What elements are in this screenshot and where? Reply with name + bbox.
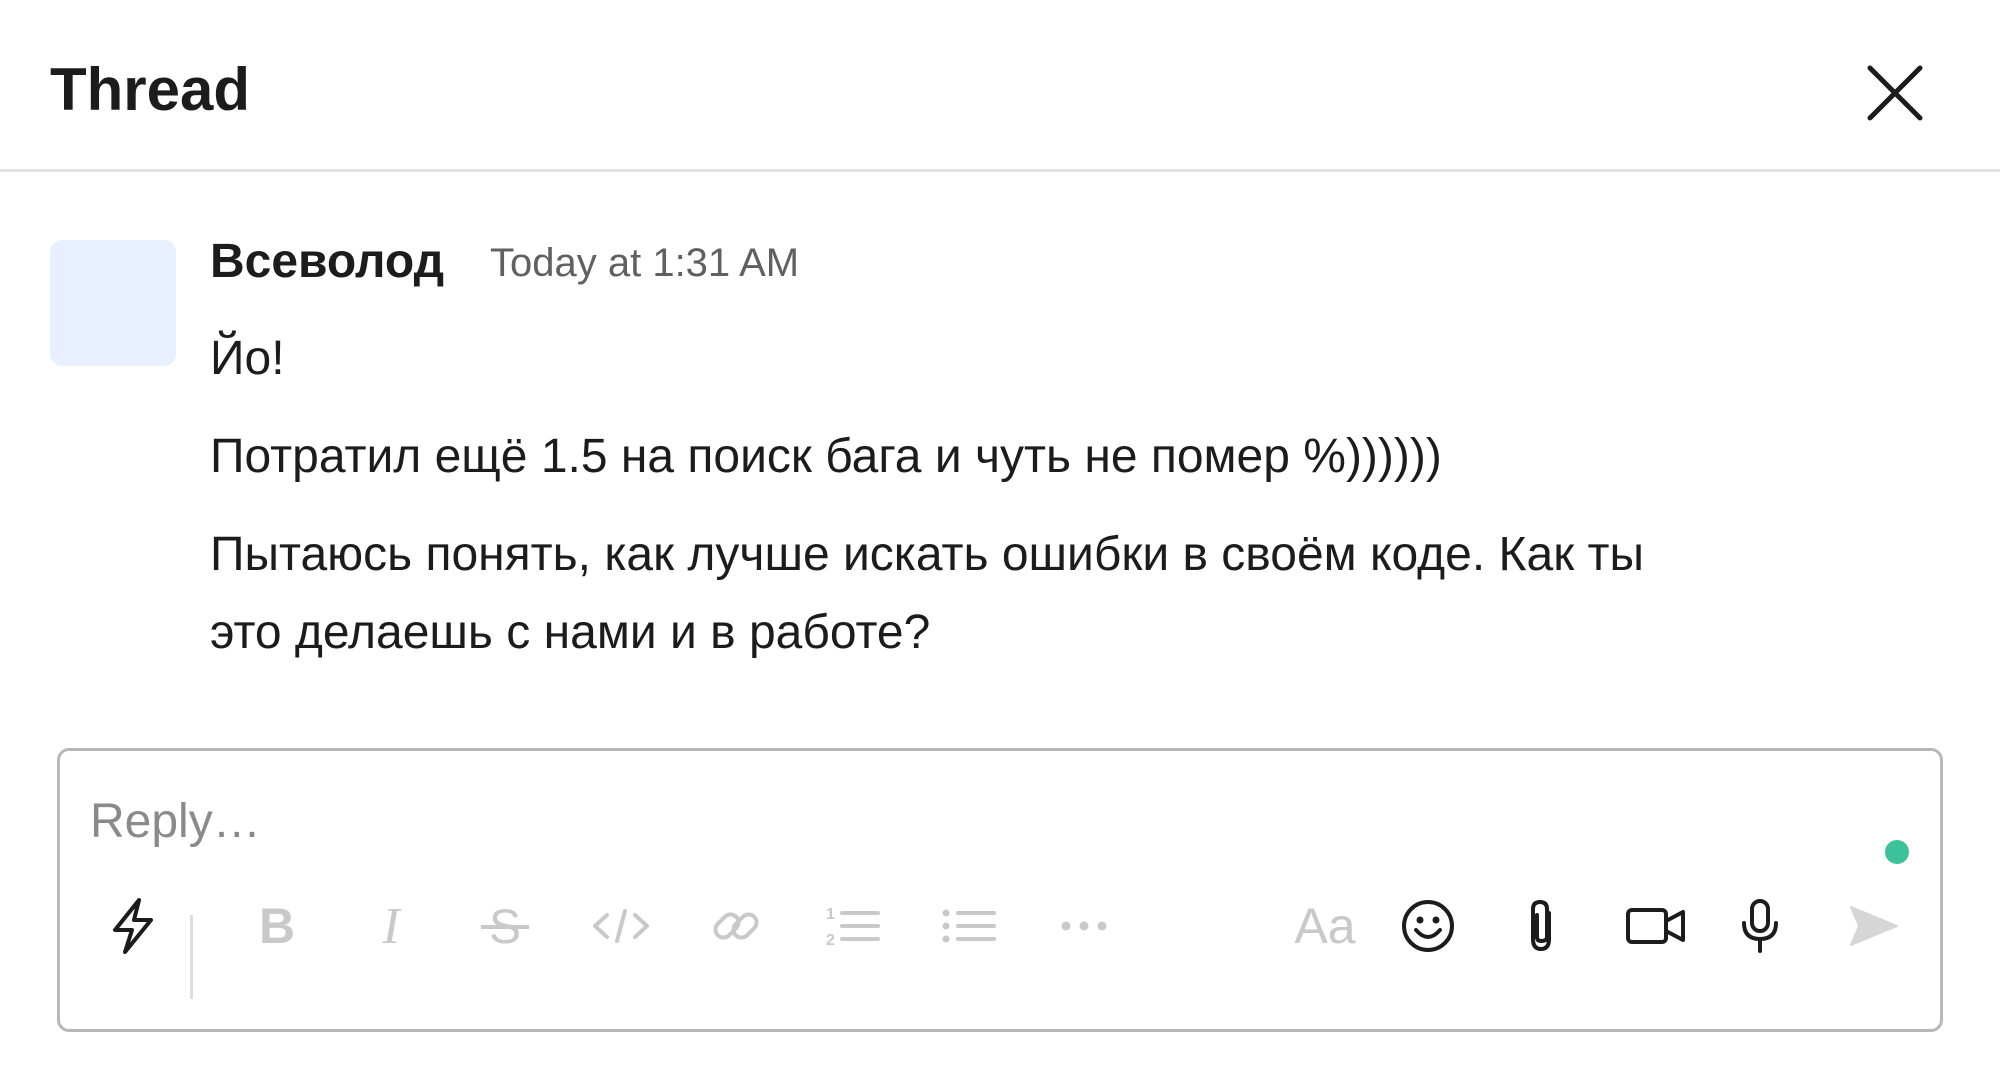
more-icon	[1061, 921, 1107, 931]
message-timestamp[interactable]: Today at 1:31 AM	[490, 238, 799, 288]
link-icon	[713, 912, 759, 940]
message-text-line: Пытаюсь понять, как лучше искать ошибки …	[210, 528, 1645, 581]
shortcuts-icon	[113, 898, 153, 954]
emoji-icon	[1402, 900, 1454, 952]
message-text-line: Йо!	[210, 332, 285, 385]
reply-input[interactable]	[90, 781, 1790, 861]
italic-button[interactable]: I	[356, 891, 426, 961]
svg-text:1: 1	[826, 906, 835, 923]
svg-text:I: I	[381, 901, 402, 951]
video-button[interactable]	[1616, 891, 1696, 961]
bulleted-list-icon	[942, 909, 996, 943]
formatting-button[interactable]: Aa	[1275, 891, 1375, 961]
strikethrough-icon: S	[481, 901, 529, 951]
message-text-line: Потратил ещё 1.5 на поиск бага и чуть не…	[210, 430, 1442, 483]
close-button[interactable]	[1862, 60, 1928, 126]
more-button[interactable]	[1049, 891, 1119, 961]
bulleted-list-button[interactable]	[933, 891, 1003, 961]
video-icon	[1626, 908, 1685, 944]
presence-indicator	[1885, 840, 1909, 864]
svg-text:B: B	[259, 901, 295, 951]
code-icon	[593, 909, 649, 943]
ordered-list-icon: 1 2	[826, 906, 880, 949]
attach-icon	[1531, 899, 1551, 952]
italic-icon: I	[381, 901, 402, 951]
message-text-line: это делаешь с нами и в работе?	[210, 606, 931, 659]
ordered-list-button[interactable]: 1 2	[817, 891, 887, 961]
svg-text:2: 2	[826, 932, 835, 949]
emoji-button[interactable]	[1393, 891, 1463, 961]
link-button[interactable]	[701, 891, 771, 961]
bold-button[interactable]: B	[242, 891, 312, 961]
strikethrough-button[interactable]: S	[470, 891, 540, 961]
formatting-icon: Aa	[1294, 898, 1356, 954]
send-button[interactable]	[1839, 891, 1909, 961]
thread-header: Thread	[0, 0, 2000, 172]
send-icon	[1850, 906, 1898, 946]
microphone-icon	[1742, 899, 1778, 953]
avatar[interactable]	[50, 240, 176, 366]
toolbar-divider	[190, 915, 193, 999]
microphone-button[interactable]	[1725, 891, 1795, 961]
bold-icon: B	[259, 901, 295, 951]
close-icon	[1867, 65, 1923, 121]
attach-button[interactable]	[1506, 891, 1576, 961]
code-button[interactable]	[586, 891, 656, 961]
shortcuts-button[interactable]	[98, 891, 168, 961]
message-author[interactable]: Всеволод	[210, 232, 444, 292]
thread-title: Thread	[50, 56, 251, 123]
reply-composer: B I S 1 2	[57, 748, 1943, 1032]
